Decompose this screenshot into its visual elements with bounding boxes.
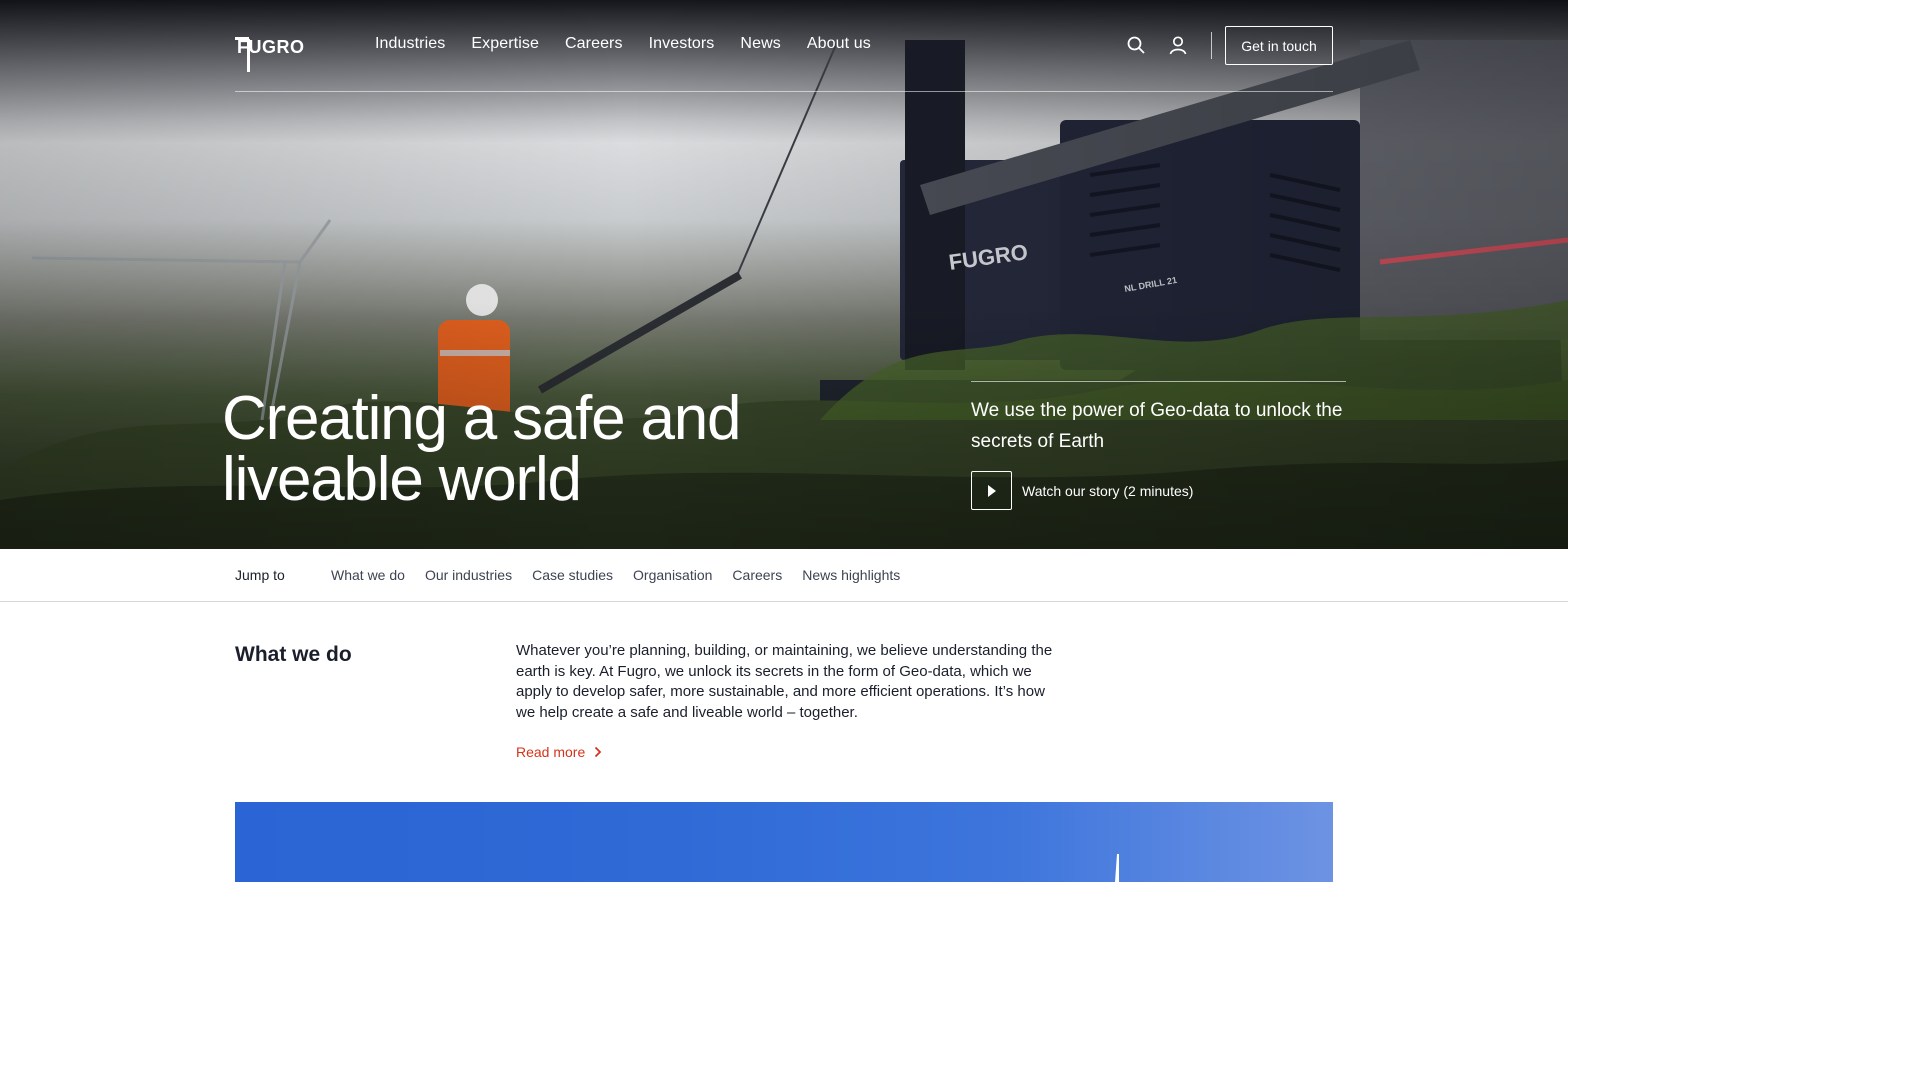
hero-section: FUGRO NL DRILL 21 FUGRO Industries E xyxy=(0,0,1568,549)
search-icon[interactable] xyxy=(1126,35,1146,55)
user-icon[interactable] xyxy=(1168,35,1188,55)
play-icon xyxy=(987,484,996,497)
jump-link-organisation[interactable]: Organisation xyxy=(633,567,712,583)
jump-to-bar: Jump to What we do Our industries Case s… xyxy=(0,549,1568,602)
watch-story-link[interactable]: Watch our story (2 minutes) xyxy=(971,471,1346,510)
jump-links: What we do Our industries Case studies O… xyxy=(331,567,900,583)
jump-link-news-highlights[interactable]: News highlights xyxy=(802,567,900,583)
chevron-right-icon xyxy=(595,746,602,758)
hero-title: Creating a safe and liveable world xyxy=(222,384,742,514)
nav-investors[interactable]: Investors xyxy=(649,35,715,53)
read-more-label: Read more xyxy=(516,744,586,760)
nav-expertise[interactable]: Expertise xyxy=(471,35,539,53)
watch-story-label: Watch our story (2 minutes) xyxy=(1022,482,1194,499)
header-divider xyxy=(1211,32,1212,59)
fugro-logo[interactable]: FUGRO xyxy=(235,34,325,74)
jump-link-our-industries[interactable]: Our industries xyxy=(425,567,512,583)
hero-story-panel: We use the power of Geo-data to unlock t… xyxy=(971,381,1346,510)
nav-industries[interactable]: Industries xyxy=(375,35,445,53)
jump-link-case-studies[interactable]: Case studies xyxy=(532,567,613,583)
wind-turbine-image xyxy=(235,802,1333,882)
main-nav: Industries Expertise Careers Investors N… xyxy=(375,35,871,53)
jump-link-careers[interactable]: Careers xyxy=(732,567,782,583)
what-we-do-body: Whatever you’re planning, building, or m… xyxy=(516,642,1053,722)
jump-link-what-we-do[interactable]: What we do xyxy=(331,567,405,583)
nav-news[interactable]: News xyxy=(740,35,780,53)
what-we-do-heading: What we do xyxy=(235,643,352,666)
get-in-touch-button[interactable]: Get in touch xyxy=(1225,26,1333,65)
read-more-link[interactable]: Read more xyxy=(516,744,602,760)
site-header: FUGRO Industries Expertise Careers Inves… xyxy=(235,0,1333,92)
jump-to-label: Jump to xyxy=(235,567,285,583)
play-button[interactable] xyxy=(971,471,1012,510)
nav-about-us[interactable]: About us xyxy=(807,35,871,53)
nav-careers[interactable]: Careers xyxy=(565,35,623,53)
hero-tagline: We use the power of Geo-data to unlock t… xyxy=(971,400,1343,452)
